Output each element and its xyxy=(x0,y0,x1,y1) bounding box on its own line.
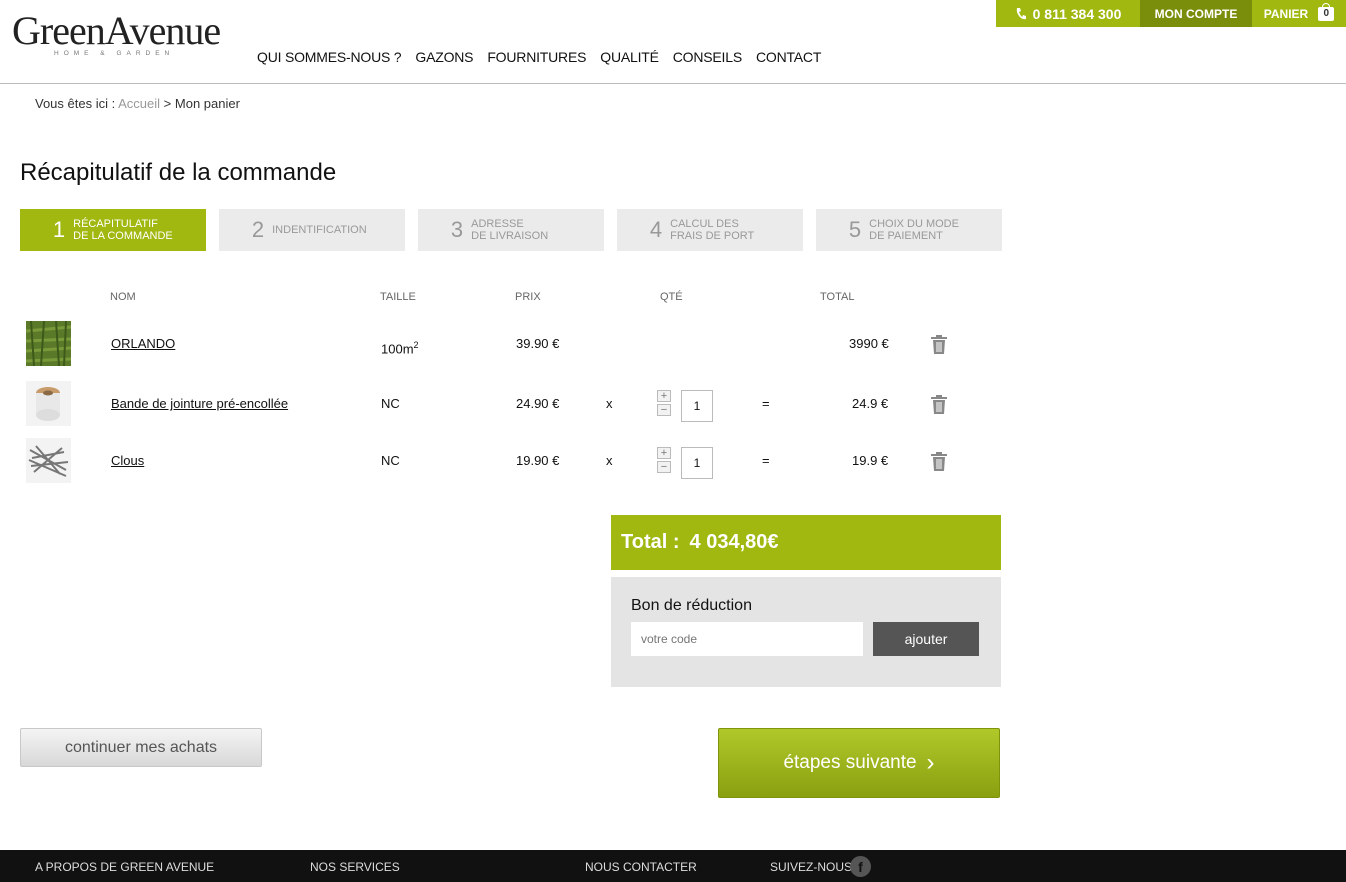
quantity-input[interactable]: 1 xyxy=(681,447,713,479)
equals-sign: = xyxy=(762,396,770,411)
product-name-link[interactable]: ORLANDO xyxy=(111,336,175,351)
step-number: 4 xyxy=(649,217,663,242)
footer-link-contact[interactable]: NOUS CONTACTER xyxy=(585,860,697,874)
total-label: Total : xyxy=(621,531,680,553)
step-adresse[interactable]: 3 ADRESSE DE LIVRAISON xyxy=(418,209,604,251)
step-label: INDENTIFICATION xyxy=(272,224,367,236)
nav-item-contact[interactable]: CONTACT xyxy=(756,49,821,65)
next-step-button[interactable]: étapes suivante › xyxy=(718,728,1000,798)
checkout-steps: 1 RÉCAPITULATIF DE LA COMMANDE 2 INDENTI… xyxy=(20,209,1002,251)
chevron-right-icon: › xyxy=(926,749,935,776)
breadcrumb-separator: > xyxy=(163,96,172,111)
my-account-link[interactable]: MON COMPTE xyxy=(1140,0,1252,27)
cart-link[interactable]: PANIER 0 xyxy=(1252,0,1346,27)
coupon-apply-button[interactable]: ajouter xyxy=(873,622,979,656)
coupon-code-input[interactable] xyxy=(631,622,863,656)
breadcrumb-home-link[interactable]: Accueil xyxy=(118,96,160,111)
column-header-name: NOM xyxy=(110,291,136,303)
step-label: ADRESSE DE LIVRAISON xyxy=(471,218,549,242)
minus-button[interactable]: − xyxy=(657,461,671,473)
product-price: 24.90 € xyxy=(516,396,560,411)
cart-count: 0 xyxy=(1323,8,1329,19)
plus-button[interactable]: + xyxy=(657,390,671,402)
footer-follow-label: SUIVEZ-NOUS xyxy=(770,860,853,874)
step-identification[interactable]: 2 INDENTIFICATION xyxy=(219,209,405,251)
total-value: 4 034,80€ xyxy=(689,531,779,553)
main-nav: QUI SOMMES-NOUS ? GAZONS FOURNITURES QUA… xyxy=(257,49,821,65)
product-name-link[interactable]: Clous xyxy=(111,453,144,468)
trash-icon[interactable] xyxy=(930,452,948,472)
breadcrumb-current: Mon panier xyxy=(174,96,240,111)
step-paiement[interactable]: 5 CHOIX DU MODE DE PAIEMENT xyxy=(816,209,1002,251)
step-number: 5 xyxy=(848,217,862,242)
step-label: CALCUL DES FRAIS DE PORT xyxy=(670,218,755,242)
footer: A PROPOS DE GREEN AVENUE NOS SERVICES NO… xyxy=(0,850,1346,882)
coupon-title: Bon de réduction xyxy=(631,597,752,614)
column-header-price: PRIX xyxy=(515,291,541,303)
quantity-input[interactable]: 1 xyxy=(681,390,713,422)
cart-bag-icon: 0 xyxy=(1318,2,1335,21)
nav-item-conseils[interactable]: CONSEILS xyxy=(673,49,742,65)
cart-row: Bande de jointure pré-encollée NC 24.90 … xyxy=(0,380,1000,430)
page-title: Récapitulatif de la commande xyxy=(20,159,337,186)
quantity-stepper: + − xyxy=(657,447,671,475)
cart-label: PANIER xyxy=(1263,6,1309,21)
nav-item-qui-sommes-nous[interactable]: QUI SOMMES-NOUS ? xyxy=(257,49,402,65)
product-price: 39.90 € xyxy=(516,336,560,351)
quantity-stepper: + − xyxy=(657,390,671,418)
column-header-total: TOTAL xyxy=(820,291,855,303)
product-total: 19.9 € xyxy=(852,453,889,468)
product-total: 24.9 € xyxy=(852,396,889,411)
product-thumbnail-grass[interactable] xyxy=(26,321,71,366)
product-size: NC xyxy=(381,396,400,411)
next-step-label: étapes suivante xyxy=(783,752,917,773)
step-label: CHOIX DU MODE DE PAIEMENT xyxy=(869,218,959,242)
header-divider xyxy=(0,83,1346,84)
column-header-size: TAILLE xyxy=(380,291,416,303)
product-thumbnail-tape[interactable] xyxy=(26,381,71,426)
product-size: NC xyxy=(381,453,400,468)
step-label: RÉCAPITULATIF DE LA COMMANDE xyxy=(73,218,173,242)
size-exponent: 2 xyxy=(413,340,419,350)
phone-icon xyxy=(1016,7,1026,19)
trash-icon[interactable] xyxy=(930,335,948,355)
breadcrumb-prefix: Vous êtes ici : xyxy=(35,96,116,111)
step-frais-de-port[interactable]: 4 CALCUL DES FRAIS DE PORT xyxy=(617,209,803,251)
top-bar: 0 811 384 300 MON COMPTE PANIER 0 xyxy=(996,0,1346,27)
step-number: 3 xyxy=(450,217,464,242)
footer-link-about[interactable]: A PROPOS DE GREEN AVENUE xyxy=(35,860,214,874)
cart-row: ORLANDO 100m2 39.90 € 3990 € xyxy=(0,320,1000,370)
coupon-panel: Bon de réduction ajouter xyxy=(611,577,1001,687)
nav-item-gazons[interactable]: GAZONS xyxy=(415,49,473,65)
continue-shopping-button[interactable]: continuer mes achats xyxy=(20,728,262,767)
product-name-link[interactable]: Bande de jointure pré-encollée xyxy=(111,396,288,411)
trash-icon[interactable] xyxy=(930,395,948,415)
nav-item-qualite[interactable]: QUALITÉ xyxy=(600,49,659,65)
logo-text: GreenAvenue xyxy=(12,8,221,53)
multiply-sign: x xyxy=(606,396,613,411)
product-total: 3990 € xyxy=(849,336,889,351)
equals-sign: = xyxy=(762,453,770,468)
logo[interactable]: GreenAvenue HOME & GARDEN xyxy=(12,8,242,64)
footer-link-services[interactable]: NOS SERVICES xyxy=(310,860,400,874)
product-thumbnail-nails[interactable] xyxy=(26,438,71,483)
step-number: 2 xyxy=(251,217,265,242)
breadcrumb: Vous êtes ici : Accueil > Mon panier xyxy=(35,96,240,111)
phone-number: 0 811 384 300 xyxy=(1032,5,1122,22)
facebook-icon[interactable]: f xyxy=(850,856,871,877)
product-price: 19.90 € xyxy=(516,453,560,468)
step-number: 1 xyxy=(52,217,66,242)
minus-button[interactable]: − xyxy=(657,404,671,416)
order-total: Total : 4 034,80€ xyxy=(611,515,1001,570)
plus-button[interactable]: + xyxy=(657,447,671,459)
column-header-qty: QTÉ xyxy=(660,291,683,303)
step-recapitulatif[interactable]: 1 RÉCAPITULATIF DE LA COMMANDE xyxy=(20,209,206,251)
nav-item-fournitures[interactable]: FOURNITURES xyxy=(487,49,586,65)
phone-link[interactable]: 0 811 384 300 xyxy=(996,0,1140,27)
cart-row: Clous NC 19.90 € x + − 1 = 19.9 € xyxy=(0,437,1000,487)
size-value: 100m xyxy=(381,341,414,357)
multiply-sign: x xyxy=(606,453,613,468)
product-size: 100m2 xyxy=(381,340,419,356)
